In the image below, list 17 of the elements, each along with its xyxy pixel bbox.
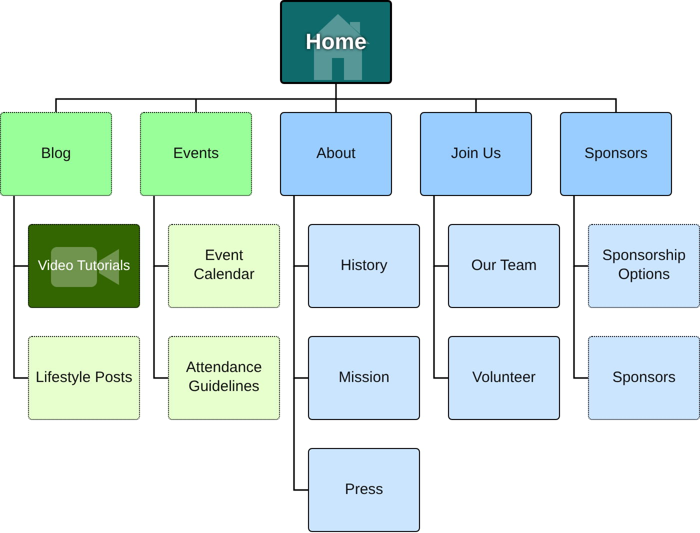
page-node[interactable]: Volunteer [448, 336, 560, 420]
page-node[interactable]: Press [308, 448, 420, 532]
home-label: Home [305, 28, 367, 56]
page-node[interactable]: History [308, 224, 420, 308]
page-node[interactable]: Mission [308, 336, 420, 420]
page-node[interactable]: Lifestyle Posts [28, 336, 140, 420]
page-node[interactable]: Sponsorship Options [588, 224, 700, 308]
section-node[interactable]: About [280, 112, 392, 196]
section-node[interactable]: Events [140, 112, 252, 196]
page-node[interactable]: Our Team [448, 224, 560, 308]
page-label: Video Tutorials [38, 257, 130, 275]
page-node[interactable]: Attendance Guidelines [168, 336, 280, 420]
section-node[interactable]: Sponsors [560, 112, 672, 196]
page-node[interactable]: Event Calendar [168, 224, 280, 308]
section-node[interactable]: Blog [0, 112, 112, 196]
section-node[interactable]: Join Us [420, 112, 532, 196]
page-node[interactable]: Sponsors [588, 336, 700, 420]
